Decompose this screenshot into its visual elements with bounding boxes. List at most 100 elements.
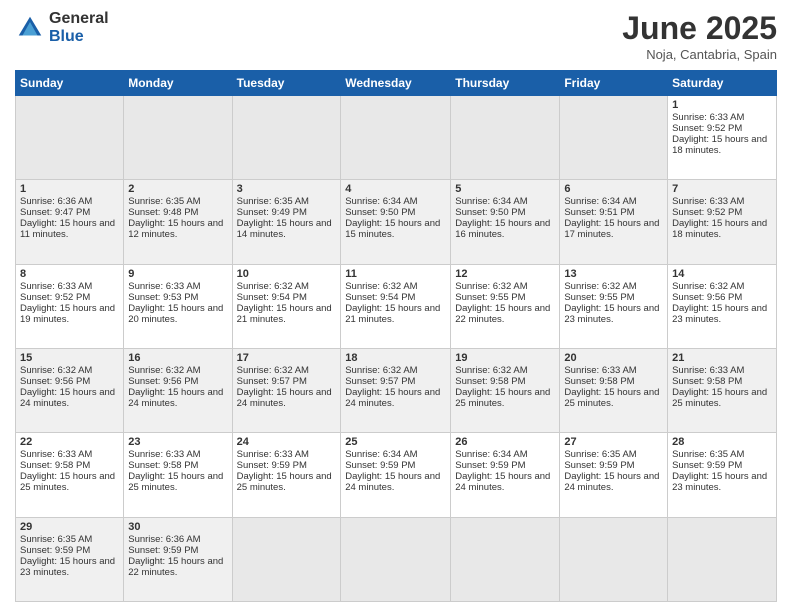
sunrise: Sunrise: 6:35 AM — [20, 534, 92, 545]
sunset: Sunset: 9:59 PM — [564, 460, 634, 471]
sunset: Sunset: 9:54 PM — [237, 292, 307, 303]
calendar-day-cell: 4 Sunrise: 6:34 AM Sunset: 9:50 PM Dayli… — [341, 180, 451, 264]
calendar-day-cell: 18 Sunrise: 6:32 AM Sunset: 9:57 PM Dayl… — [341, 348, 451, 432]
calendar-day-cell: 19 Sunrise: 6:32 AM Sunset: 9:58 PM Dayl… — [451, 348, 560, 432]
calendar-day-cell — [341, 517, 451, 601]
daylight: Daylight: 15 hours and 21 minutes. — [237, 303, 332, 325]
calendar-week-row: 1 Sunrise: 6:36 AM Sunset: 9:47 PM Dayli… — [16, 180, 777, 264]
day-number: 28 — [672, 436, 772, 448]
day-number: 1 — [672, 99, 772, 111]
calendar-day-cell: 13 Sunrise: 6:32 AM Sunset: 9:55 PM Dayl… — [560, 264, 668, 348]
calendar-day-cell — [232, 96, 341, 180]
sunset: Sunset: 9:48 PM — [128, 207, 198, 218]
daylight: Daylight: 15 hours and 12 minutes. — [128, 218, 223, 240]
daylight: Daylight: 15 hours and 15 minutes. — [345, 218, 440, 240]
daylight: Daylight: 15 hours and 22 minutes. — [455, 303, 550, 325]
day-number: 29 — [20, 521, 119, 533]
daylight: Daylight: 15 hours and 23 minutes. — [672, 303, 767, 325]
day-number: 13 — [564, 268, 663, 280]
calendar-day-cell: 30 Sunrise: 6:36 AM Sunset: 9:59 PM Dayl… — [124, 517, 232, 601]
calendar-day-cell — [232, 517, 341, 601]
daylight: Daylight: 15 hours and 24 minutes. — [128, 387, 223, 409]
calendar-day-cell: 21 Sunrise: 6:33 AM Sunset: 9:58 PM Dayl… — [668, 348, 777, 432]
sunset: Sunset: 9:59 PM — [237, 460, 307, 471]
sunrise: Sunrise: 6:35 AM — [128, 196, 200, 207]
sunset: Sunset: 9:49 PM — [237, 207, 307, 218]
daylight: Daylight: 15 hours and 21 minutes. — [345, 303, 440, 325]
calendar-day-header: Friday — [560, 71, 668, 96]
location: Noja, Cantabria, Spain — [622, 47, 777, 62]
calendar-day-cell: 29 Sunrise: 6:35 AM Sunset: 9:59 PM Dayl… — [16, 517, 124, 601]
sunset: Sunset: 9:52 PM — [672, 207, 742, 218]
sunset: Sunset: 9:58 PM — [564, 376, 634, 387]
sunset: Sunset: 9:59 PM — [128, 545, 198, 556]
day-number: 17 — [237, 352, 337, 364]
daylight: Daylight: 15 hours and 14 minutes. — [237, 218, 332, 240]
sunrise: Sunrise: 6:34 AM — [564, 196, 636, 207]
calendar-day-cell: 9 Sunrise: 6:33 AM Sunset: 9:53 PM Dayli… — [124, 264, 232, 348]
title-section: June 2025 Noja, Cantabria, Spain — [622, 10, 777, 62]
day-number: 26 — [455, 436, 555, 448]
sunset: Sunset: 9:51 PM — [564, 207, 634, 218]
calendar-day-cell: 8 Sunrise: 6:33 AM Sunset: 9:52 PM Dayli… — [16, 264, 124, 348]
logo: General Blue — [15, 10, 109, 45]
day-number: 11 — [345, 268, 446, 280]
sunset: Sunset: 9:59 PM — [455, 460, 525, 471]
daylight: Daylight: 15 hours and 23 minutes. — [564, 303, 659, 325]
day-number: 25 — [345, 436, 446, 448]
sunset: Sunset: 9:57 PM — [237, 376, 307, 387]
day-number: 27 — [564, 436, 663, 448]
daylight: Daylight: 15 hours and 24 minutes. — [564, 471, 659, 493]
sunrise: Sunrise: 6:32 AM — [237, 281, 309, 292]
day-number: 12 — [455, 268, 555, 280]
calendar-day-cell: 26 Sunrise: 6:34 AM Sunset: 9:59 PM Dayl… — [451, 433, 560, 517]
calendar-day-cell: 7 Sunrise: 6:33 AM Sunset: 9:52 PM Dayli… — [668, 180, 777, 264]
day-number: 8 — [20, 268, 119, 280]
daylight: Daylight: 15 hours and 19 minutes. — [20, 303, 115, 325]
calendar-day-cell: 11 Sunrise: 6:32 AM Sunset: 9:54 PM Dayl… — [341, 264, 451, 348]
logo-general: General — [49, 10, 109, 28]
sunset: Sunset: 9:52 PM — [20, 292, 90, 303]
sunset: Sunset: 9:56 PM — [128, 376, 198, 387]
calendar-day-cell — [16, 96, 124, 180]
daylight: Daylight: 15 hours and 24 minutes. — [345, 387, 440, 409]
daylight: Daylight: 15 hours and 22 minutes. — [128, 556, 223, 578]
day-number: 6 — [564, 183, 663, 195]
sunset: Sunset: 9:59 PM — [20, 545, 90, 556]
calendar-day-cell: 24 Sunrise: 6:33 AM Sunset: 9:59 PM Dayl… — [232, 433, 341, 517]
sunrise: Sunrise: 6:35 AM — [237, 196, 309, 207]
sunrise: Sunrise: 6:33 AM — [672, 112, 744, 123]
daylight: Daylight: 15 hours and 25 minutes. — [128, 471, 223, 493]
sunrise: Sunrise: 6:36 AM — [20, 196, 92, 207]
sunset: Sunset: 9:50 PM — [455, 207, 525, 218]
calendar-day-cell: 3 Sunrise: 6:35 AM Sunset: 9:49 PM Dayli… — [232, 180, 341, 264]
daylight: Daylight: 15 hours and 25 minutes. — [672, 387, 767, 409]
sunrise: Sunrise: 6:33 AM — [564, 365, 636, 376]
day-number: 4 — [345, 183, 446, 195]
calendar-day-cell: 23 Sunrise: 6:33 AM Sunset: 9:58 PM Dayl… — [124, 433, 232, 517]
daylight: Daylight: 15 hours and 25 minutes. — [564, 387, 659, 409]
calendar-day-cell — [560, 517, 668, 601]
daylight: Daylight: 15 hours and 25 minutes. — [20, 471, 115, 493]
calendar-table: SundayMondayTuesdayWednesdayThursdayFrid… — [15, 70, 777, 602]
calendar-day-cell: 28 Sunrise: 6:35 AM Sunset: 9:59 PM Dayl… — [668, 433, 777, 517]
daylight: Daylight: 15 hours and 17 minutes. — [564, 218, 659, 240]
sunset: Sunset: 9:59 PM — [672, 460, 742, 471]
calendar-day-header: Tuesday — [232, 71, 341, 96]
sunrise: Sunrise: 6:34 AM — [455, 196, 527, 207]
sunrise: Sunrise: 6:32 AM — [128, 365, 200, 376]
logo-text: General Blue — [49, 10, 109, 45]
calendar-day-cell: 1 Sunrise: 6:36 AM Sunset: 9:47 PM Dayli… — [16, 180, 124, 264]
sunrise: Sunrise: 6:33 AM — [20, 449, 92, 460]
sunset: Sunset: 9:47 PM — [20, 207, 90, 218]
calendar-day-cell — [668, 517, 777, 601]
calendar-day-cell: 6 Sunrise: 6:34 AM Sunset: 9:51 PM Dayli… — [560, 180, 668, 264]
daylight: Daylight: 15 hours and 16 minutes. — [455, 218, 550, 240]
sunrise: Sunrise: 6:35 AM — [564, 449, 636, 460]
calendar-day-cell: 12 Sunrise: 6:32 AM Sunset: 9:55 PM Dayl… — [451, 264, 560, 348]
sunrise: Sunrise: 6:36 AM — [128, 534, 200, 545]
calendar-day-cell — [341, 96, 451, 180]
calendar-day-cell: 15 Sunrise: 6:32 AM Sunset: 9:56 PM Dayl… — [16, 348, 124, 432]
sunrise: Sunrise: 6:34 AM — [345, 449, 417, 460]
daylight: Daylight: 15 hours and 18 minutes. — [672, 134, 767, 156]
